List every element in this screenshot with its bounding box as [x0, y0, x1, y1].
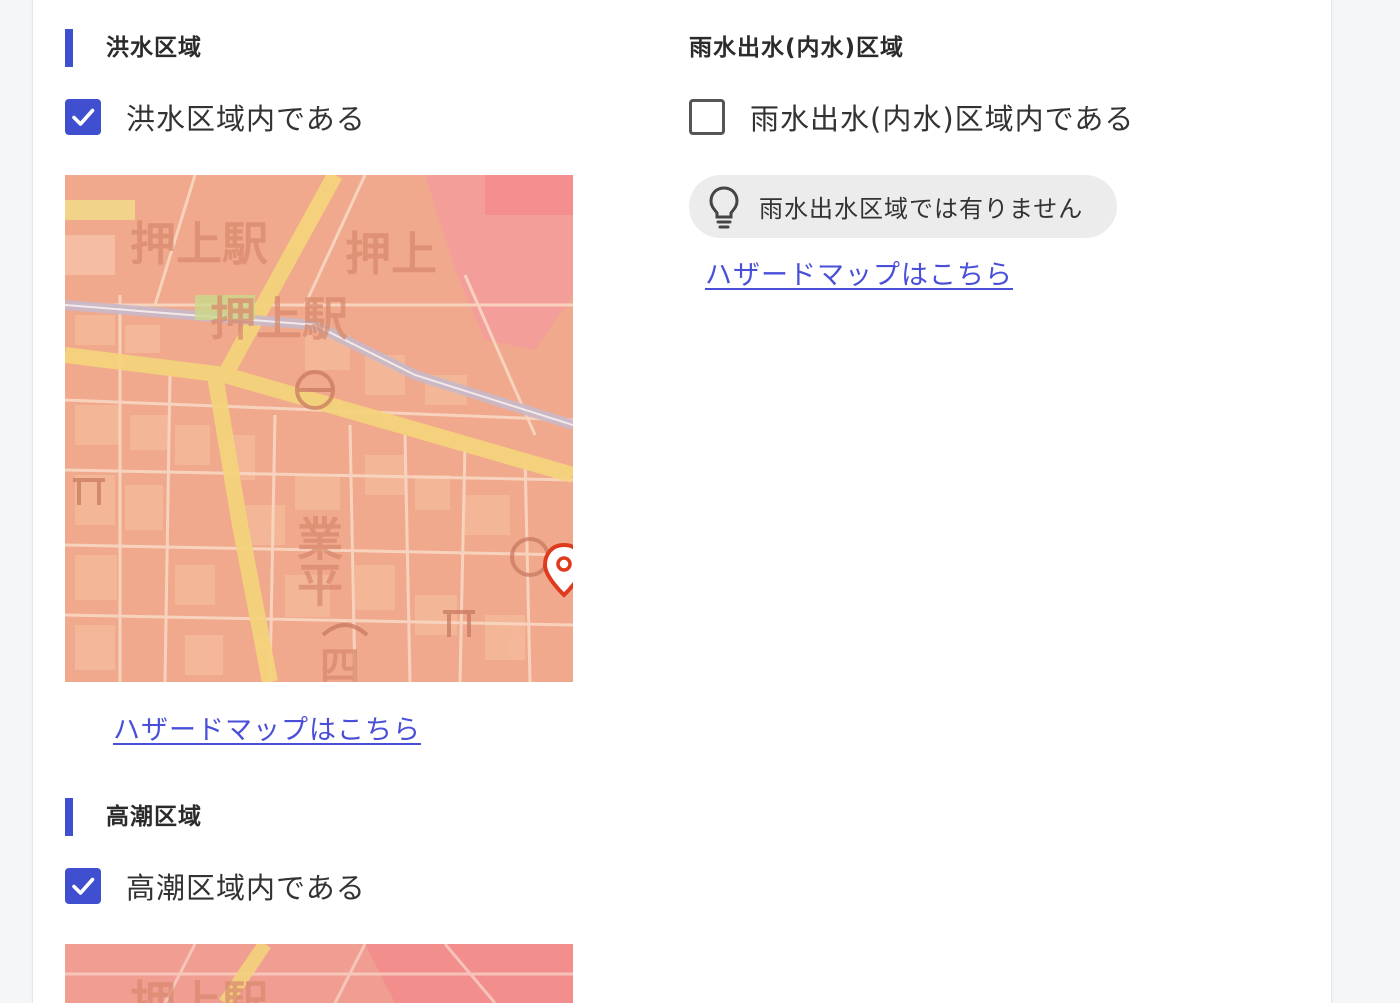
inland-flood-info-text: 雨水出水区域では有りません — [759, 195, 1084, 223]
map-label-station-1: 押上駅 — [130, 217, 268, 271]
high-tide-checkbox[interactable] — [65, 868, 101, 904]
flood-checkbox[interactable] — [65, 99, 101, 135]
inland-flood-hazard-map-link[interactable]: ハザードマップはこちら — [705, 253, 1013, 292]
flood-checkbox-row[interactable]: 洪水区域内である — [65, 97, 366, 137]
map-label-narihira: 業平 — [290, 515, 344, 607]
flood-hazard-map-link[interactable]: ハザードマップはこちら — [113, 708, 421, 747]
check-icon — [72, 877, 95, 895]
inland-flood-section-title: 雨水出水(内水)区域 — [689, 35, 905, 61]
high-tide-map[interactable]: 押上駅 — [65, 944, 573, 1003]
flood-section-title: 洪水区域 — [65, 29, 202, 67]
inland-flood-checkbox-label: 雨水出水(内水)区域内である — [750, 102, 1135, 136]
high-tide-section-title: 高潮区域 — [65, 798, 202, 836]
map-label-station-3: 押上駅 — [130, 976, 268, 1003]
flood-checkbox-label: 洪水区域内である — [126, 102, 366, 136]
map-label-yon: 四 — [320, 644, 360, 682]
inland-flood-checkbox-row[interactable]: 雨水出水(内水)区域内である — [689, 97, 1134, 137]
map-label-station-2: 押上駅 — [210, 292, 348, 346]
hazard-card: 洪水区域 洪水区域内である 押上駅 押上 押上駅 業平 四 ハザードマップはこち… — [32, 0, 1332, 1003]
map-label-oshiage: 押上 — [345, 227, 437, 281]
flood-map[interactable]: 押上駅 押上 押上駅 業平 四 — [65, 175, 573, 682]
inland-flood-info-pill: 雨水出水区域では有りません — [689, 175, 1117, 238]
high-tide-checkbox-row[interactable]: 高潮区域内である — [65, 866, 366, 906]
inland-flood-checkbox[interactable] — [689, 99, 725, 135]
lightbulb-icon — [709, 185, 739, 228]
high-tide-checkbox-label: 高潮区域内である — [126, 871, 366, 905]
check-icon — [72, 108, 95, 126]
